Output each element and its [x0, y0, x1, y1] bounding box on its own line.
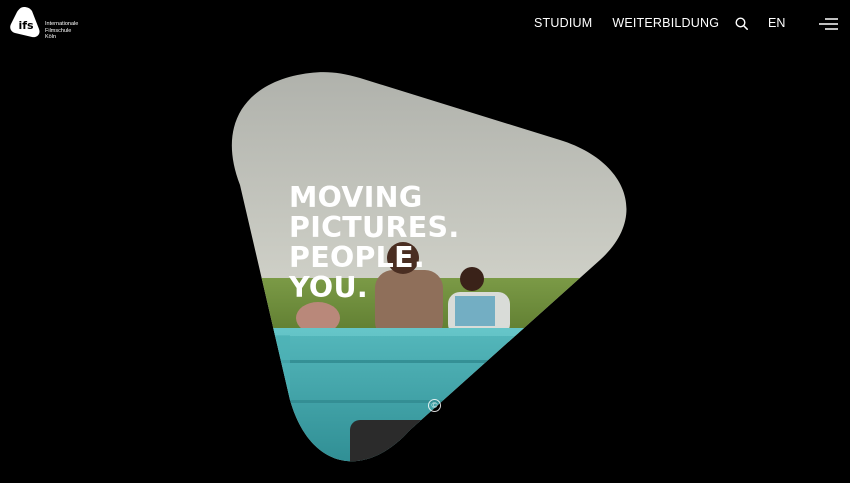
ifs-logo-icon: ifs: [10, 7, 40, 38]
headline-line-3: PEOPLE.: [289, 241, 426, 274]
hamburger-menu-icon[interactable]: [819, 17, 838, 31]
nav-item-weiterbildung[interactable]: WEITERBILDUNG: [612, 16, 719, 30]
hero-headline: MOVING PICTURES. PEOPLE. YOU.: [289, 183, 459, 303]
logo-wordmark: Internationale Filmschule Köln: [45, 21, 78, 41]
headline-line-1: MOVING: [289, 181, 423, 214]
logo-line-3: Köln: [45, 34, 57, 40]
search-icon[interactable]: [735, 17, 748, 30]
hero: MOVING PICTURES. PEOPLE. YOU. ©: [0, 0, 850, 478]
nav-item-studium[interactable]: STUDIUM: [534, 16, 592, 30]
language-switch[interactable]: EN: [768, 16, 785, 30]
site-logo[interactable]: ifs Internationale Filmschule Köln: [10, 6, 78, 41]
site-header: ifs Internationale Filmschule Köln STUDI…: [0, 0, 850, 48]
logo-mark-text: ifs: [18, 19, 34, 32]
main-nav: STUDIUM WEITERBILDUNG: [534, 16, 719, 30]
copyright-icon[interactable]: ©: [428, 399, 441, 412]
headline-line-2: PICTURES.: [289, 211, 460, 244]
logo-line-1: Internationale: [45, 21, 79, 27]
headline-line-4: YOU.: [289, 271, 369, 304]
